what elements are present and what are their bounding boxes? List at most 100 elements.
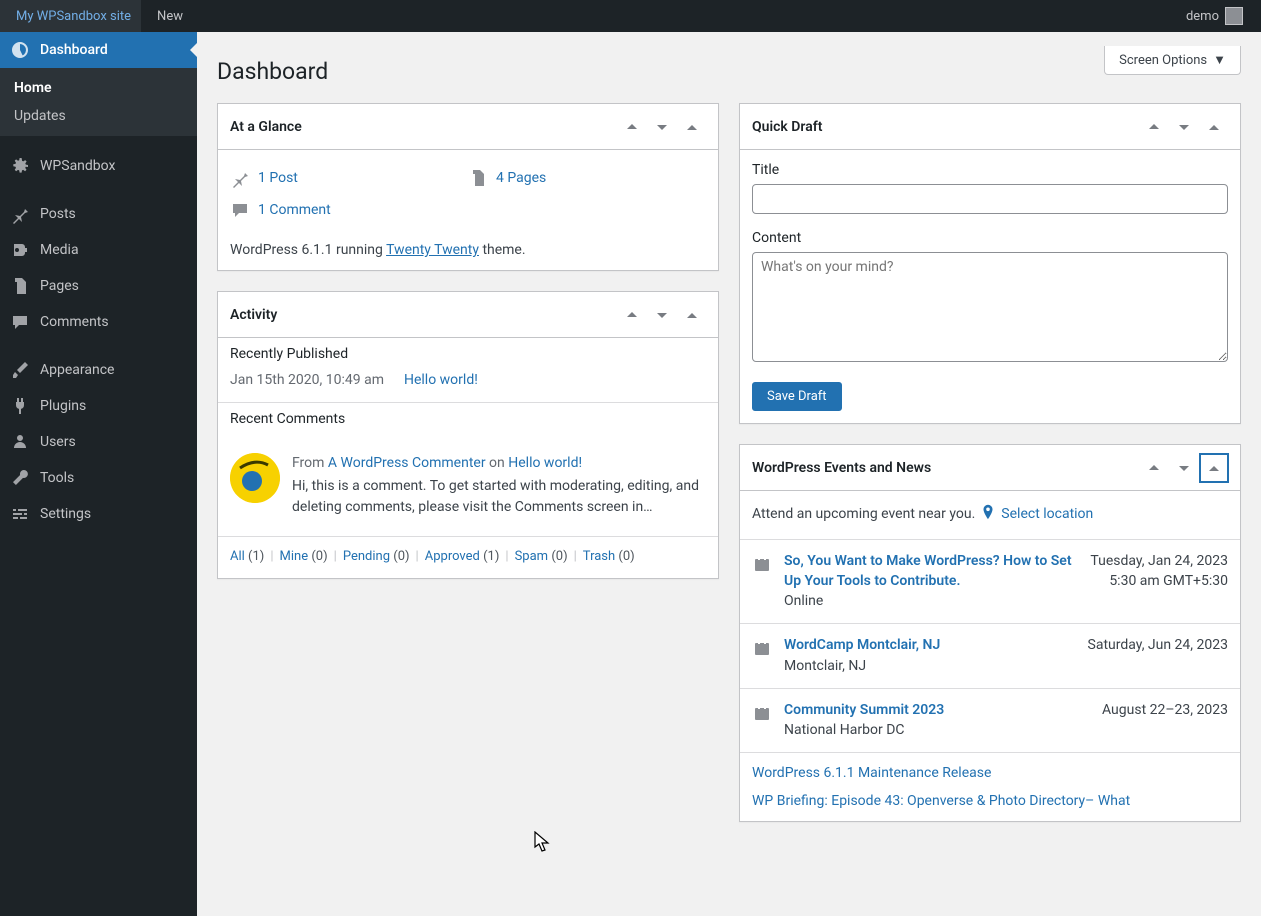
user-menu[interactable]: demo — [1176, 0, 1253, 32]
submenu-updates[interactable]: Updates — [0, 102, 197, 130]
filter-all[interactable]: All — [230, 549, 245, 564]
page-title: Dashboard — [217, 46, 328, 85]
menu-media[interactable]: Media — [0, 232, 197, 268]
menu-tools[interactable]: Tools — [0, 460, 197, 496]
event-icon — [752, 701, 772, 739]
site-link[interactable]: My WPSandbox site — [0, 0, 141, 32]
comment-avatar — [230, 453, 280, 503]
sliders-icon — [10, 504, 30, 524]
menu-settings[interactable]: Settings — [0, 496, 197, 532]
comment-filters: All (1)| Mine (0)| Pending (0)| Approved… — [218, 537, 718, 578]
events-attend-text: Attend an upcoming event near you. — [752, 506, 975, 522]
event-location: Online — [784, 593, 1078, 609]
brush-icon — [10, 360, 30, 380]
event-icon — [752, 552, 772, 609]
activity-heading: Activity — [230, 307, 277, 323]
event-date: Tuesday, Jan 24, 20235:30 am GMT+5:30 — [1090, 552, 1228, 609]
wrench-icon — [10, 468, 30, 488]
glance-comments-link[interactable]: 1 Comment — [258, 202, 331, 218]
toggle-button[interactable] — [1200, 454, 1228, 482]
event-icon — [752, 636, 772, 674]
filter-trash[interactable]: Trash — [583, 549, 615, 564]
events-heading: WordPress Events and News — [752, 460, 931, 476]
move-up-button[interactable] — [1140, 454, 1168, 482]
comment-author-link[interactable]: A WordPress Commenter — [328, 455, 486, 471]
comment-excerpt: Hi, this is a comment. To get started wi… — [292, 476, 706, 518]
move-down-button[interactable] — [648, 301, 676, 329]
move-up-button[interactable] — [618, 301, 646, 329]
menu-dashboard[interactable]: Dashboard — [0, 32, 197, 68]
menu-users[interactable]: Users — [0, 424, 197, 460]
theme-link[interactable]: Twenty Twenty — [386, 242, 479, 258]
screen-options-button[interactable]: Screen Options ▼ — [1104, 46, 1241, 75]
content-textarea[interactable] — [752, 252, 1228, 362]
toggle-button[interactable] — [678, 113, 706, 141]
admin-sidebar: Dashboard Home Updates WPSandbox Posts M… — [0, 32, 197, 916]
submenu-home[interactable]: Home — [0, 74, 197, 102]
menu-posts[interactable]: Posts — [0, 196, 197, 232]
comment-icon — [10, 312, 30, 332]
dashboard-icon — [10, 40, 30, 60]
select-location-link[interactable]: Select location — [1001, 506, 1093, 522]
gear-icon — [10, 156, 30, 176]
menu-plugins[interactable]: Plugins — [0, 388, 197, 424]
event-row: WordCamp Montclair, NJ Montclair, NJ Satu… — [740, 623, 1240, 688]
glance-version: WordPress 6.1.1 running Twenty Twenty th… — [230, 238, 706, 258]
admin-bar: My WPSandbox site New demo — [0, 0, 1261, 32]
user-name: demo — [1186, 9, 1219, 24]
events-news-box: WordPress Events and News Attend an upco… — [739, 444, 1241, 822]
event-title-link[interactable]: Community Summit 2023 — [784, 702, 944, 718]
activity-box: Activity Recently Published Jan 15th 202… — [217, 291, 719, 579]
recently-published-heading: Recently Published — [218, 338, 718, 372]
quick-draft-heading: Quick Draft — [752, 119, 822, 135]
glance-pages-link[interactable]: 4 Pages — [496, 170, 546, 186]
event-location: National Harbor DC — [784, 722, 1090, 738]
users-icon — [10, 432, 30, 452]
toggle-button[interactable] — [678, 301, 706, 329]
comment-icon — [230, 200, 250, 220]
location-icon — [979, 503, 997, 525]
menu-comments[interactable]: Comments — [0, 304, 197, 340]
title-label: Title — [752, 162, 1228, 178]
dashboard-submenu: Home Updates — [0, 68, 197, 136]
content-label: Content — [752, 230, 1228, 246]
event-date: August 22–23, 2023 — [1102, 701, 1228, 739]
toggle-button[interactable] — [1200, 113, 1228, 141]
recent-comments-heading: Recent Comments — [218, 403, 718, 437]
menu-appearance[interactable]: Appearance — [0, 352, 197, 388]
glance-posts-link[interactable]: 1 Post — [258, 170, 298, 186]
chevron-down-icon: ▼ — [1213, 52, 1226, 68]
event-date: Saturday, Jun 24, 2023 — [1088, 636, 1228, 674]
event-location: Montclair, NJ — [784, 658, 1076, 674]
move-down-button[interactable] — [1170, 113, 1198, 141]
news-link[interactable]: WP Briefing: Episode 43: Openverse & Pho… — [752, 793, 1228, 809]
publish-title-link[interactable]: Hello world! — [404, 372, 478, 388]
event-row: So, You Want to Make WordPress? How to S… — [740, 539, 1240, 623]
new-label: New — [157, 9, 183, 24]
media-icon — [10, 240, 30, 260]
event-title-link[interactable]: So, You Want to Make WordPress? How to S… — [784, 553, 1072, 589]
move-down-button[interactable] — [648, 113, 676, 141]
move-up-button[interactable] — [1140, 113, 1168, 141]
comment-post-link[interactable]: Hello world! — [508, 455, 582, 471]
event-title-link[interactable]: WordCamp Montclair, NJ — [784, 637, 940, 653]
move-up-button[interactable] — [618, 113, 646, 141]
new-content[interactable]: New — [141, 0, 193, 32]
site-name: My WPSandbox site — [16, 9, 131, 24]
filter-pending[interactable]: Pending — [343, 549, 390, 564]
pages-icon — [10, 276, 30, 296]
filter-spam[interactable]: Spam — [515, 549, 549, 564]
pages-icon — [468, 168, 488, 188]
title-input[interactable] — [752, 184, 1228, 214]
filter-approved[interactable]: Approved — [425, 549, 480, 564]
publish-time: Jan 15th 2020, 10:49 am — [230, 372, 384, 388]
menu-pages[interactable]: Pages — [0, 268, 197, 304]
event-row: Community Summit 2023National Harbor DC … — [740, 688, 1240, 753]
plug-icon — [10, 396, 30, 416]
menu-wpsandbox[interactable]: WPSandbox — [0, 148, 197, 184]
at-a-glance-box: At a Glance 1 Post — [217, 103, 719, 271]
move-down-button[interactable] — [1170, 454, 1198, 482]
news-link[interactable]: WordPress 6.1.1 Maintenance Release — [752, 765, 1228, 781]
save-draft-button[interactable]: Save Draft — [752, 382, 842, 411]
filter-mine[interactable]: Mine — [280, 549, 309, 564]
